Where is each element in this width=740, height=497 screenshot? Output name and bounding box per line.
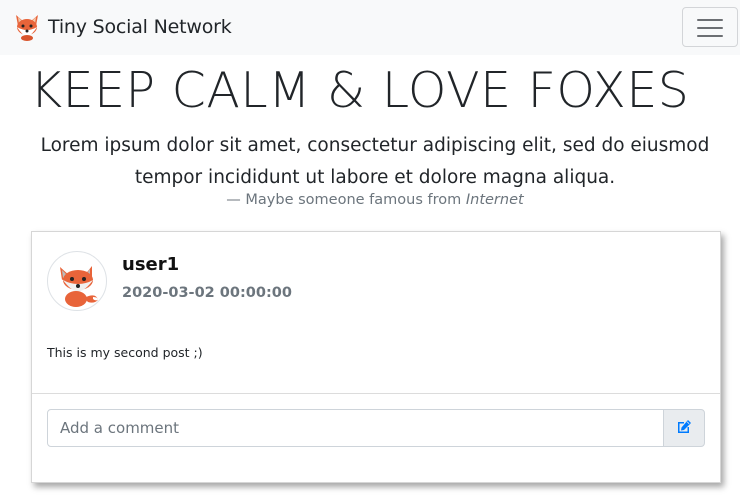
post-username[interactable]: user1 [122, 254, 179, 275]
page-headline: KEEP CALM & LOVE FOXES [30, 62, 690, 119]
post-timestamp: 2020-03-02 00:00:00 [122, 285, 292, 301]
hamburger-menu-icon [697, 18, 723, 38]
edit-icon [676, 419, 692, 438]
navbar-toggle-button[interactable] [682, 7, 738, 47]
comment-input[interactable] [47, 409, 664, 447]
fox-icon [12, 12, 42, 42]
submit-comment-button[interactable] [663, 409, 705, 447]
quote-attribution: — Maybe someone famous from Internet [40, 192, 710, 208]
fox-avatar-icon [47, 251, 107, 311]
post-content: This is my second post ;) [47, 345, 203, 360]
attribution-source: Internet [465, 192, 524, 208]
brand-link[interactable]: Tiny Social Network [12, 12, 232, 42]
navbar: Tiny Social Network [0, 0, 740, 55]
attribution-prefix: — Maybe someone famous from [226, 192, 466, 208]
hero-quote: Lorem ipsum dolor sit amet, consectetur … [40, 135, 710, 188]
brand-title: Tiny Social Network [48, 16, 232, 38]
card-divider [32, 393, 720, 394]
post-card: user1 2020-03-02 00:00:00 This is my sec… [31, 231, 721, 483]
